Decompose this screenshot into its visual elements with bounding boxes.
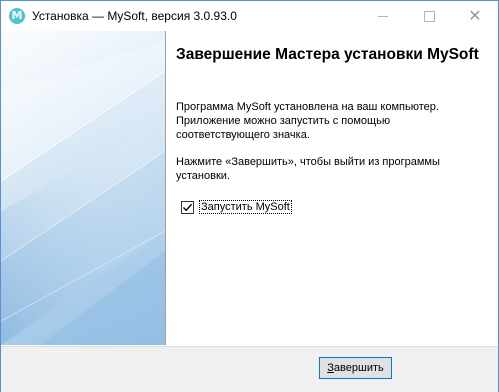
button-footer: Завершить bbox=[1, 346, 498, 392]
checkmark-icon bbox=[182, 203, 193, 211]
minimize-button[interactable] bbox=[360, 1, 406, 31]
finish-instruction-text: Нажмите «Завершить», чтобы выйти из прог… bbox=[176, 156, 440, 182]
install-complete-text: Программа MySoft установлена на ваш комп… bbox=[176, 101, 439, 141]
title-bar[interactable]: M Установка — MySoft, версия 3.0.93.0 ✕ bbox=[1, 1, 498, 31]
launch-checkbox-label[interactable]: Запустить MySoft bbox=[199, 200, 292, 214]
close-icon: ✕ bbox=[468, 6, 482, 25]
wizard-content: Завершение Мастера установки MySoft Прог… bbox=[166, 31, 498, 345]
maximize-button[interactable] bbox=[406, 1, 452, 31]
finish-button-mnemonic: З bbox=[327, 362, 334, 374]
window-title: Установка — MySoft, версия 3.0.93.0 bbox=[32, 9, 237, 23]
finish-button[interactable]: Завершить bbox=[319, 357, 392, 379]
wizard-side-image bbox=[1, 31, 165, 345]
launch-checkbox-row[interactable]: Запустить MySoft bbox=[181, 199, 292, 215]
finish-button-label: авершить bbox=[333, 362, 384, 374]
maximize-icon bbox=[423, 10, 435, 22]
wizard-side-image-graphic bbox=[1, 31, 165, 345]
launch-checkbox[interactable] bbox=[181, 200, 194, 214]
installer-window: M Установка — MySoft, версия 3.0.93.0 ✕ bbox=[0, 0, 499, 392]
close-button[interactable]: ✕ bbox=[452, 1, 498, 31]
page-title: Завершение Мастера установки MySoft bbox=[176, 46, 479, 63]
minimize-icon bbox=[378, 15, 388, 17]
app-logo-icon: M bbox=[9, 8, 25, 24]
